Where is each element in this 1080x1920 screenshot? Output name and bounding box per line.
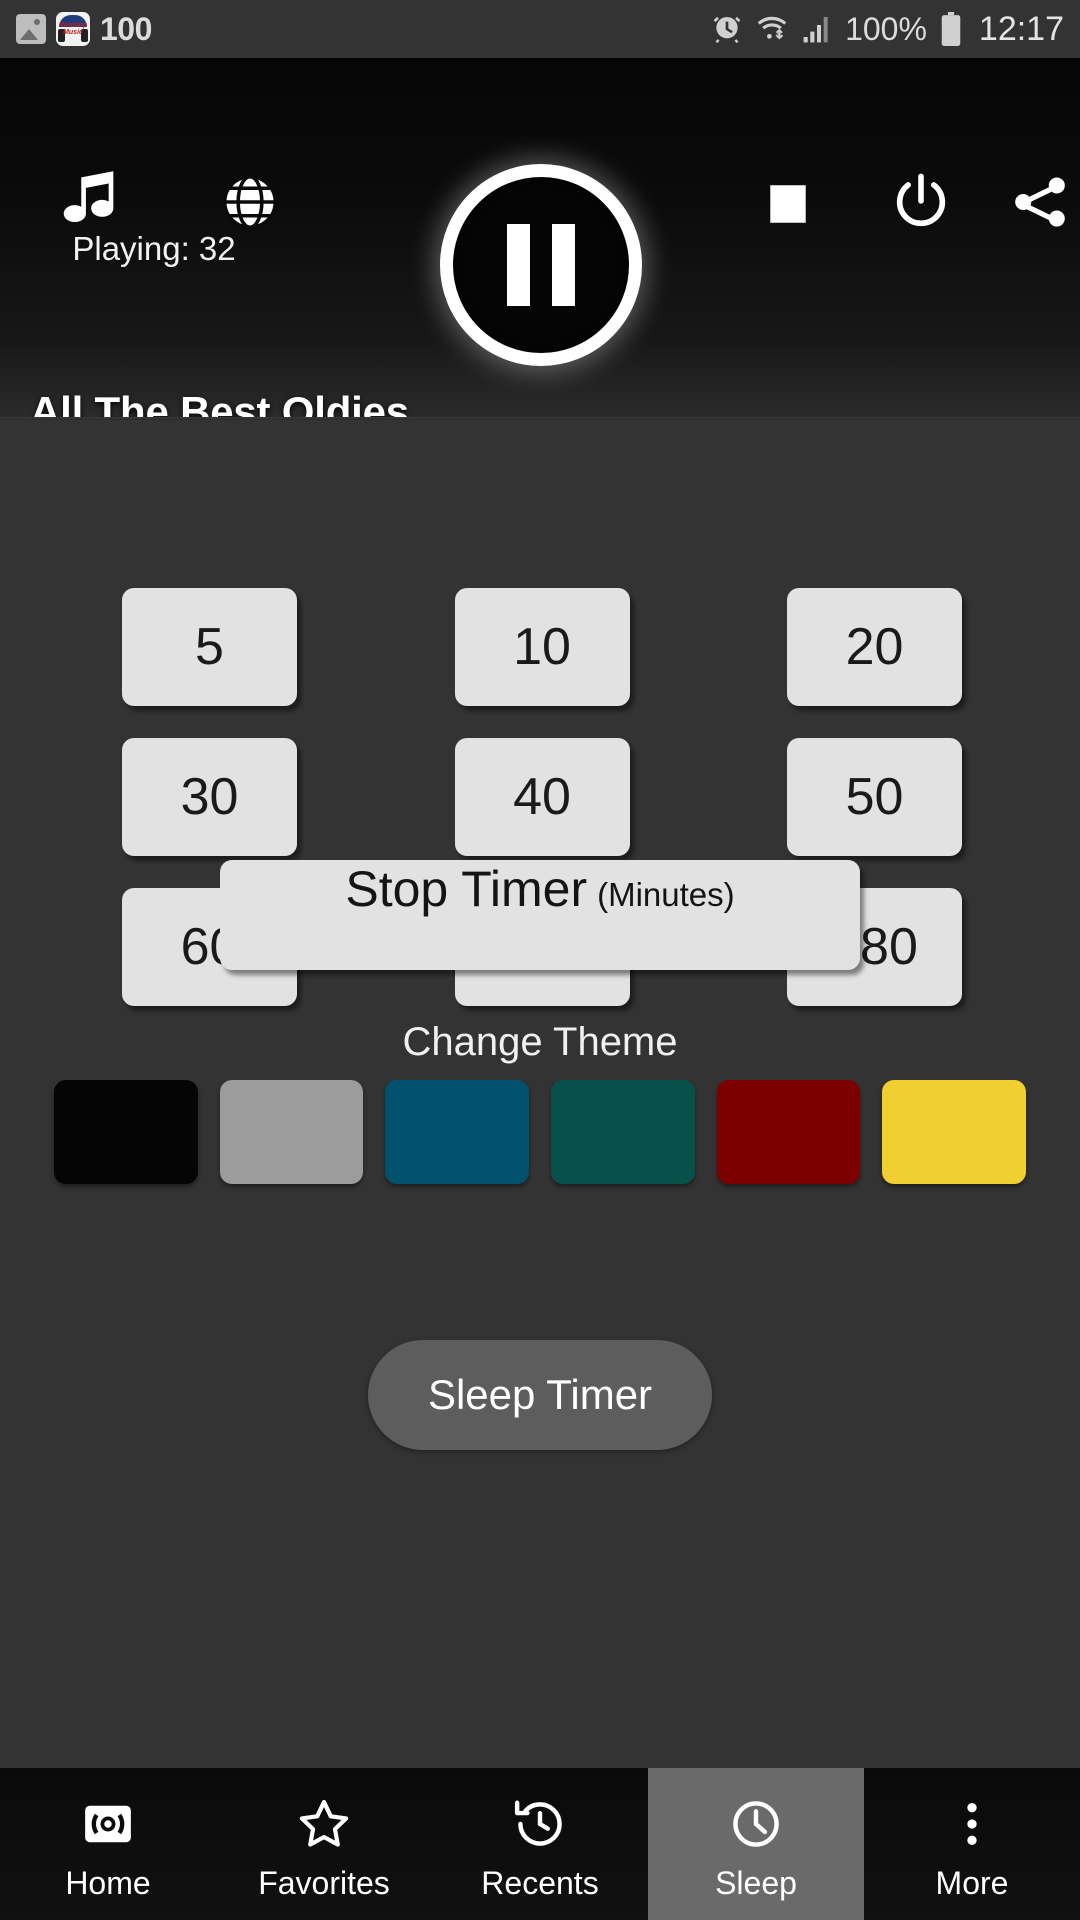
theme-swatch-black[interactable] — [54, 1080, 198, 1184]
nav-item-favorites[interactable]: Favorites — [216, 1768, 432, 1920]
sleep-timer-panel: 5 10 20 30 40 50 60 120 180 Stop Timer (… — [0, 420, 1080, 1768]
status-bar: Nonstop Music 100 100% 12:17 — [0, 0, 1080, 58]
stop-button[interactable] — [748, 166, 828, 242]
stop-timer-label: Stop Timer — [345, 861, 588, 917]
stop-timer-unit: (Minutes) — [597, 876, 735, 913]
theme-swatch-green[interactable] — [551, 1080, 695, 1184]
wifi-icon — [755, 14, 789, 44]
bottom-navigation: Home Favorites Recents Sleep More — [0, 1768, 1080, 1920]
power-icon[interactable] — [880, 160, 962, 244]
nonstop-music-app-icon: Nonstop Music — [56, 12, 90, 46]
app-icon-label: Nonstop Music — [58, 22, 88, 36]
share-icon[interactable] — [1000, 162, 1080, 242]
nav-label-more: More — [935, 1864, 1009, 1901]
status-bar-right: 100% 12:17 — [711, 10, 1064, 49]
player-header: Playing: 32 All The Best Oldies — [0, 58, 1080, 435]
battery-percent: 100% — [845, 10, 927, 47]
change-theme-label: Change Theme — [402, 1020, 678, 1064]
playing-count-label: Playing: 32 — [72, 230, 236, 267]
pause-icon — [507, 224, 575, 306]
nav-label-favorites: Favorites — [258, 1864, 390, 1901]
theme-swatch-red[interactable] — [716, 1080, 861, 1184]
battery-icon — [939, 12, 963, 46]
nav-label-home: Home — [65, 1864, 151, 1901]
star-icon — [296, 1793, 352, 1855]
theme-swatch-list — [54, 1080, 1027, 1184]
more-vertical-icon — [944, 1793, 1000, 1855]
clock-time: 12:17 — [978, 9, 1064, 48]
clock-icon — [728, 1793, 784, 1855]
minute-button-5[interactable]: 5 — [122, 588, 297, 706]
nav-item-more[interactable]: More — [864, 1768, 1080, 1920]
status-bar-left: Nonstop Music 100 — [16, 11, 152, 48]
minute-button-10[interactable]: 10 — [454, 588, 630, 706]
pause-button[interactable] — [430, 154, 652, 376]
nav-label-recents: Recents — [481, 1864, 599, 1901]
minute-button-20[interactable]: 20 — [787, 588, 962, 706]
app-root: Nonstop Music 100 100% 12:17 Playing: 32… — [0, 0, 1080, 1920]
nav-item-sleep[interactable]: Sleep — [648, 1768, 864, 1920]
nav-item-recents[interactable]: Recents — [432, 1768, 648, 1920]
alarm-icon — [711, 13, 743, 45]
minute-button-40[interactable]: 40 — [454, 738, 630, 856]
sleep-timer-button[interactable]: Sleep Timer — [368, 1340, 712, 1450]
theme-swatch-gray[interactable] — [219, 1080, 364, 1184]
minute-button-50[interactable]: 50 — [787, 738, 962, 856]
gallery-icon — [16, 14, 46, 44]
nav-item-home[interactable]: Home — [0, 1768, 216, 1920]
theme-swatch-blue[interactable] — [385, 1080, 530, 1184]
nav-label-sleep: Sleep — [715, 1864, 797, 1901]
radio-icon — [80, 1793, 136, 1855]
theme-swatch-yellow[interactable] — [882, 1080, 1027, 1184]
minute-button-30[interactable]: 30 — [122, 738, 297, 856]
stop-timer-button[interactable]: Stop Timer (Minutes) — [220, 860, 860, 970]
signal-icon — [801, 14, 833, 44]
history-icon — [512, 1793, 568, 1855]
notification-count: 100 — [100, 10, 152, 47]
